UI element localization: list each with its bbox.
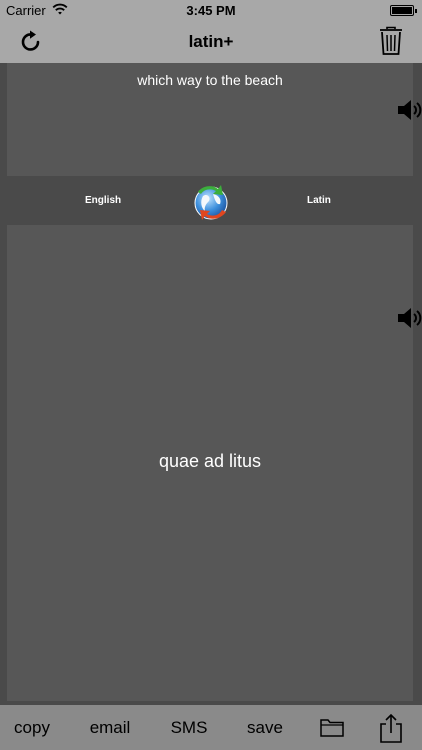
source-language[interactable]: English	[85, 195, 121, 206]
status-bar: Carrier 3:45 PM	[0, 0, 422, 20]
input-text: which way to the beach	[137, 72, 283, 88]
save-button[interactable]: save	[242, 705, 288, 750]
globe-swap-icon[interactable]	[191, 182, 231, 222]
output-text-area: quae ad litus	[7, 225, 413, 701]
language-selector: English Latin	[0, 177, 422, 224]
output-text: quae ad litus	[158, 451, 262, 471]
input-text-area[interactable]: which way to the beach	[7, 63, 413, 176]
target-language[interactable]: Latin	[307, 195, 331, 206]
folder-icon[interactable]	[320, 717, 344, 737]
nav-bar: latin+	[0, 20, 422, 63]
sms-button[interactable]: SMS	[166, 705, 212, 750]
trash-icon[interactable]	[378, 26, 404, 56]
speaker-icon[interactable]	[396, 305, 422, 331]
battery-icon	[390, 5, 417, 16]
app-title: latin+	[188, 32, 234, 51]
copy-button[interactable]: copy	[8, 705, 56, 750]
share-icon[interactable]	[379, 713, 403, 743]
speaker-icon[interactable]	[396, 97, 422, 123]
status-time: 3:45 PM	[186, 3, 236, 18]
email-button[interactable]: email	[84, 705, 136, 750]
bottom-toolbar: copy email SMS save	[0, 705, 422, 750]
